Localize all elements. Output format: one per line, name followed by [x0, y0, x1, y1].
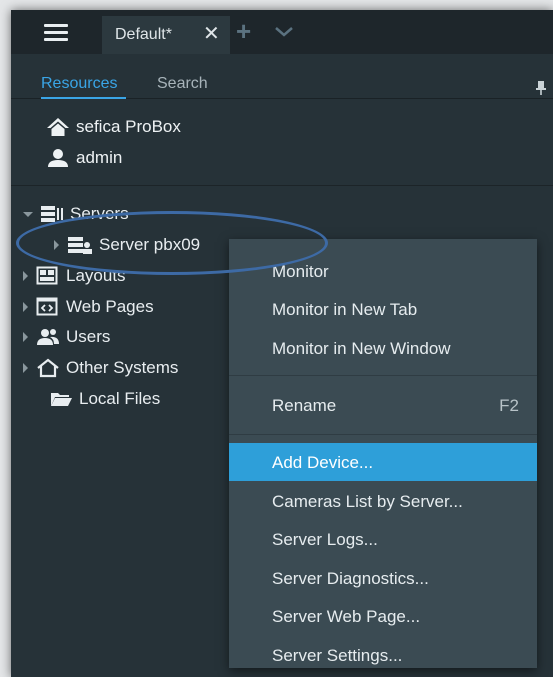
tree-label: Other Systems [66, 358, 179, 377]
expand-arrow-icon[interactable] [23, 363, 28, 373]
menu-item-rename[interactable]: Rename F2 [229, 386, 537, 424]
menu-item-add-device[interactable]: Add Device... [229, 443, 537, 481]
expand-arrow-icon[interactable] [23, 271, 28, 281]
tab-search[interactable]: Search [157, 75, 208, 93]
tree-item-other-systems[interactable]: Other Systems [23, 355, 178, 381]
tree-item-layouts[interactable]: Layouts [23, 263, 126, 289]
layouts-icon [36, 266, 58, 285]
tree-item-users[interactable]: Users [23, 324, 110, 350]
menu-separator [229, 375, 537, 376]
add-tab-icon[interactable]: + [236, 18, 251, 44]
system-name: sefica ProBox [76, 117, 181, 136]
section-divider [11, 185, 553, 186]
tree-label: Servers [70, 204, 129, 223]
expand-arrow-icon[interactable] [23, 332, 28, 342]
menu-item-monitor[interactable]: Monitor [229, 252, 537, 290]
shortcut-label: F2 [499, 396, 519, 415]
tree-item-servers[interactable]: Servers [23, 201, 129, 227]
tab-default[interactable]: Default* ✕ [102, 16, 230, 54]
menu-item-cameras-list[interactable]: Cameras List by Server... [229, 482, 537, 520]
servers-icon [41, 206, 63, 222]
tree-label: Web Pages [66, 297, 154, 316]
client-window: Default* ✕ + Resources Search sefica Pro… [11, 10, 553, 677]
home-icon [47, 118, 69, 136]
expand-arrow-icon[interactable] [23, 211, 33, 217]
other-systems-icon [37, 358, 59, 378]
web-pages-icon [36, 297, 58, 316]
expand-arrow-icon[interactable] [23, 302, 28, 312]
folder-icon [51, 393, 72, 406]
menu-item-server-web-page[interactable]: Server Web Page... [229, 597, 537, 635]
context-menu: Monitor Monitor in New Tab Monitor in Ne… [229, 239, 537, 668]
menu-separator [229, 434, 537, 435]
tree-label: Server pbx09 [99, 235, 201, 254]
user-icon [48, 149, 68, 167]
tree-label: Layouts [66, 266, 126, 285]
system-name-row[interactable]: sefica ProBox [46, 115, 181, 139]
chevron-down-icon[interactable] [273, 22, 295, 40]
menu-item-server-settings[interactable]: Server Settings... [229, 636, 537, 674]
tree-item-local-files[interactable]: Local Files [49, 386, 160, 412]
tab-label: Default* [115, 26, 172, 43]
hamburger-icon[interactable] [44, 24, 68, 41]
pin-icon[interactable] [535, 80, 547, 96]
current-user: admin [76, 148, 123, 167]
tree-item-web-pages[interactable]: Web Pages [23, 294, 154, 320]
menu-item-server-diagnostics[interactable]: Server Diagnostics... [229, 559, 537, 597]
menu-item-server-logs[interactable]: Server Logs... [229, 520, 537, 558]
tree-label: Local Files [79, 389, 161, 408]
current-user-row[interactable]: admin [46, 146, 122, 170]
tree-label: Users [66, 327, 111, 346]
menu-item-monitor-new-tab[interactable]: Monitor in New Tab [229, 290, 537, 328]
active-tab-indicator [41, 97, 126, 99]
server-icon [68, 237, 92, 254]
expand-arrow-icon[interactable] [54, 240, 59, 250]
menu-item-monitor-new-window[interactable]: Monitor in New Window [229, 329, 537, 367]
users-icon [37, 329, 59, 345]
tree-item-server[interactable]: Server pbx09 [54, 232, 200, 258]
tab-resources[interactable]: Resources [41, 75, 117, 93]
close-icon[interactable]: ✕ [203, 24, 220, 44]
panel-tabs: Resources Search [11, 54, 553, 99]
tab-bar: Default* ✕ + [11, 10, 553, 54]
